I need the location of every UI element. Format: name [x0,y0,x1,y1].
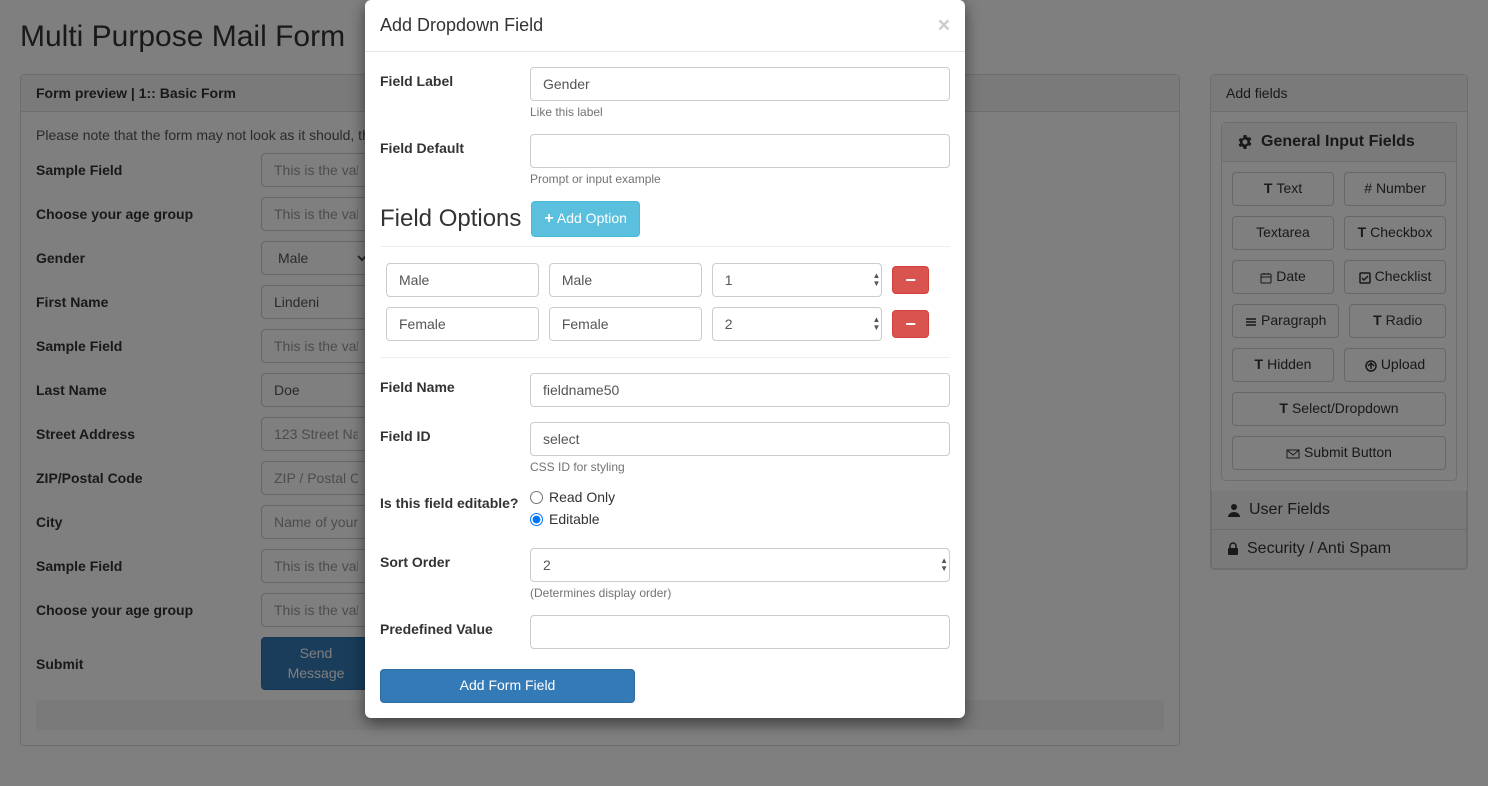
field-id-lbl: Field ID [380,422,530,474]
readonly-radio[interactable]: Read Only [530,489,950,505]
add-option-button[interactable]: + Add Option [531,201,640,237]
field-default-lbl: Field Default [380,134,530,186]
remove-option-button[interactable]: − [892,266,929,294]
predef-input[interactable] [530,615,950,649]
field-id-input[interactable] [530,422,950,456]
option-order-input[interactable] [712,307,883,341]
add-dropdown-modal: Add Dropdown Field × Field Label Like th… [365,0,965,718]
option-order-spinner[interactable]: ▲▼ [872,309,880,339]
field-default-input[interactable] [530,134,950,168]
predef-lbl: Predefined Value [380,615,530,649]
option-order-input[interactable] [712,263,883,297]
sort-order-input[interactable] [530,548,950,582]
modal-title: Add Dropdown Field [380,15,543,36]
option-row: ▲▼− [382,259,948,301]
option-row: ▲▼− [382,303,948,345]
field-name-input[interactable] [530,373,950,407]
field-name-lbl: Field Name [380,373,530,407]
field-label-help: Like this label [530,105,950,119]
option-value-input[interactable] [549,263,702,297]
field-label-lbl: Field Label [380,67,530,119]
close-icon[interactable]: × [938,15,950,36]
remove-option-button[interactable]: − [892,310,929,338]
editable-radio[interactable]: Editable [530,511,950,527]
field-id-help: CSS ID for styling [530,460,950,474]
add-form-field-button[interactable]: Add Form Field [380,669,635,703]
option-order-spinner[interactable]: ▲▼ [872,265,880,295]
field-options-heading: Field Options [380,205,521,233]
field-label-input[interactable] [530,67,950,101]
editable-lbl: Is this field editable? [380,489,530,533]
sort-help: (Determines display order) [530,586,950,600]
option-label-input[interactable] [386,263,539,297]
option-value-input[interactable] [549,307,702,341]
sort-order-lbl: Sort Order [380,548,530,600]
option-label-input[interactable] [386,307,539,341]
field-default-help: Prompt or input example [530,172,950,186]
sort-spinner[interactable]: ▲▼ [940,550,948,580]
